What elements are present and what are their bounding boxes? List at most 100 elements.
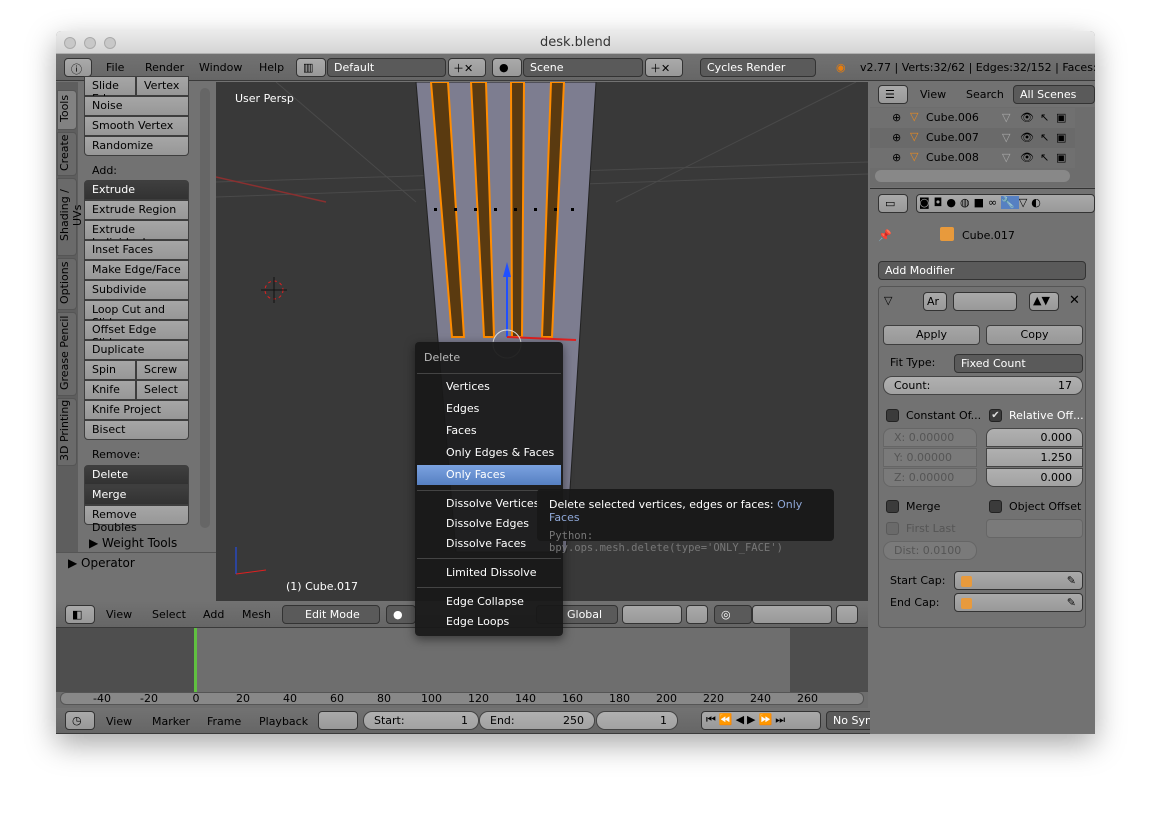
weight-tools-panel-header[interactable]: ▶ Weight Tools (89, 536, 177, 550)
modifier-visibility-toggles[interactable] (953, 292, 1017, 311)
menu-item-vertices[interactable]: Vertices (417, 377, 561, 397)
constant-z-field[interactable]: Z: 0.00000 (883, 468, 977, 487)
copy-button[interactable]: Copy (986, 325, 1083, 345)
camera-icon[interactable]: ▣ (1056, 131, 1066, 144)
menu-help[interactable]: Help (259, 61, 284, 74)
playback-controls[interactable]: ⏮⏪◀▶⏩⏭ (701, 711, 821, 730)
expand-icon[interactable]: ⊕ (892, 111, 901, 124)
operator-panel-header[interactable]: ▶ Operator (68, 556, 135, 570)
screw-button[interactable]: Screw (136, 360, 189, 380)
offset-object-field[interactable] (986, 519, 1083, 538)
display-mode-select[interactable]: All Scenes (1013, 85, 1095, 104)
end-cap-field[interactable]: ✎ (954, 593, 1083, 612)
eye-icon[interactable]: 👁 (1020, 111, 1034, 124)
limit-selection-button[interactable] (686, 605, 708, 624)
noise-button[interactable]: Noise (84, 96, 189, 116)
knife-button[interactable]: Knife (84, 380, 136, 400)
first-last-checkbox[interactable] (886, 522, 899, 535)
relative-y-field[interactable]: 1.250 (986, 448, 1083, 467)
extrude-individual-button[interactable]: Extrude Individual (84, 220, 189, 249)
proportional-edit-select[interactable]: ◎ (714, 605, 752, 624)
extrude-menu[interactable]: Extrude (84, 180, 189, 200)
menu-item-edge-loops[interactable]: Edge Loops (417, 612, 561, 632)
timeline-scrollbar[interactable] (60, 692, 864, 705)
tool-shelf-scrollbar[interactable] (200, 88, 210, 528)
camera-icon[interactable]: ▣ (1056, 151, 1066, 164)
outliner-view-menu[interactable]: View (920, 88, 946, 101)
keyframe-lock-buttons[interactable] (318, 711, 358, 730)
tab-shading-uvs[interactable]: Shading / UVs (57, 178, 84, 256)
menu-item-edge-collapse[interactable]: Edge Collapse (417, 592, 561, 612)
mesh-menu[interactable]: Mesh (242, 608, 271, 621)
merge-distance-field[interactable]: Dist: 0.0100 (883, 541, 977, 560)
constant-y-field[interactable]: Y: 0.00000 (883, 448, 977, 467)
menu-item-faces[interactable]: Faces (417, 421, 561, 441)
shading-select[interactable]: ● (386, 605, 416, 624)
scene-icon[interactable]: ● (492, 58, 522, 77)
make-edge-face-button[interactable]: Make Edge/Face (84, 260, 189, 280)
layout-field[interactable]: Default (327, 58, 446, 77)
current-frame-marker[interactable] (194, 628, 197, 692)
merge-checkbox[interactable] (886, 500, 899, 513)
cursor-icon[interactable]: ↖ (1040, 131, 1049, 144)
menu-item-only-edges-faces[interactable]: Only Edges & Faces (417, 443, 561, 463)
properties-context-tabs[interactable]: ◙◘●◍■∞🔧▽◐ (916, 194, 1095, 213)
start-frame-field[interactable]: Start: 1 (363, 711, 479, 730)
collapse-modifier-icon[interactable]: ▽ (884, 294, 892, 307)
current-frame-field[interactable]: 1 (596, 711, 678, 730)
eye-icon[interactable]: 👁 (1020, 131, 1034, 144)
fit-type-select[interactable]: Fixed Count (954, 354, 1083, 373)
tab-options[interactable]: Options (57, 258, 77, 310)
render-engine-select[interactable]: Cycles Render (700, 58, 816, 77)
expand-icon[interactable]: ⊕ (892, 131, 901, 144)
cursor-icon[interactable]: ↖ (1040, 111, 1049, 124)
outliner-h-scrollbar[interactable] (875, 170, 1070, 182)
slide-edge-button[interactable]: Slide Ed (84, 76, 136, 105)
tab-create[interactable]: Create (57, 132, 77, 176)
editor-type-timeline-button[interactable]: ◷ (65, 711, 95, 730)
smooth-vertex-button[interactable]: Smooth Vertex (84, 116, 189, 136)
editor-type-properties-button[interactable]: ▭ (878, 194, 908, 213)
outliner-item[interactable]: ⊕ ▽ Cube.007 ▽ 👁 ↖ ▣ (870, 128, 1075, 148)
editor-type-3d-button[interactable]: ◧ (65, 605, 95, 624)
modifier-name-field[interactable]: Ar (923, 292, 947, 311)
view-menu[interactable]: View (106, 608, 132, 621)
apply-button[interactable]: Apply (883, 325, 980, 345)
menu-render[interactable]: Render (145, 61, 184, 74)
add-menu[interactable]: Add (203, 608, 224, 621)
remove-doubles-button[interactable]: Remove Doubles (84, 505, 189, 534)
render-button[interactable] (836, 605, 858, 624)
relative-z-field[interactable]: 0.000 (986, 468, 1083, 487)
outliner-item[interactable]: ⊕ ▽ Cube.008 ▽ 👁 ↖ ▣ (870, 148, 1075, 168)
loop-cut-slide-button[interactable]: Loop Cut and Slide (84, 300, 189, 329)
randomize-button[interactable]: Randomize (84, 136, 189, 156)
remove-modifier-icon[interactable]: ✕ (1069, 293, 1080, 308)
delete-menu[interactable]: Delete (84, 465, 189, 485)
menu-item-edges[interactable]: Edges (417, 399, 561, 419)
count-field[interactable]: Count: 17 (883, 376, 1083, 395)
menu-item-only-faces[interactable]: Only Faces (417, 465, 561, 485)
select-mode-buttons[interactable] (622, 605, 682, 624)
bisect-button[interactable]: Bisect (84, 420, 189, 440)
eye-icon[interactable]: 👁 (1020, 151, 1034, 164)
move-modifier-buttons[interactable]: ▲▼ (1029, 292, 1059, 311)
editor-type-outliner-button[interactable]: ☰ (878, 85, 908, 104)
spin-button[interactable]: Spin (84, 360, 136, 380)
outliner-search-menu[interactable]: Search (966, 88, 1004, 101)
layout-add-remove-buttons[interactable]: ＋✕ (448, 58, 486, 77)
object-offset-checkbox[interactable] (989, 500, 1002, 513)
add-modifier-select[interactable]: Add Modifier (878, 261, 1086, 280)
mode-select[interactable]: Edit Mode (282, 605, 380, 624)
merge-menu[interactable]: Merge (84, 485, 189, 505)
layout-icon[interactable]: ▥ (296, 58, 326, 77)
tab-3d-printing[interactable]: 3D Printing (57, 398, 77, 466)
timeline[interactable]: -40 -20 0 20 40 60 80 100 120 140 160 180 200 220 240 2… (56, 628, 868, 708)
end-frame-field[interactable]: End: 250 (479, 711, 595, 730)
pin-icon[interactable]: 📌 (878, 229, 892, 242)
select-menu[interactable]: Select (152, 608, 186, 621)
frame-menu[interactable]: Frame (207, 715, 241, 728)
scene-add-remove-buttons[interactable]: ＋✕ (645, 58, 683, 77)
slide-vertex-button[interactable]: Vertex (136, 76, 189, 96)
snap-buttons[interactable] (752, 605, 832, 624)
relative-offset-checkbox[interactable]: ✔ (989, 409, 1002, 422)
